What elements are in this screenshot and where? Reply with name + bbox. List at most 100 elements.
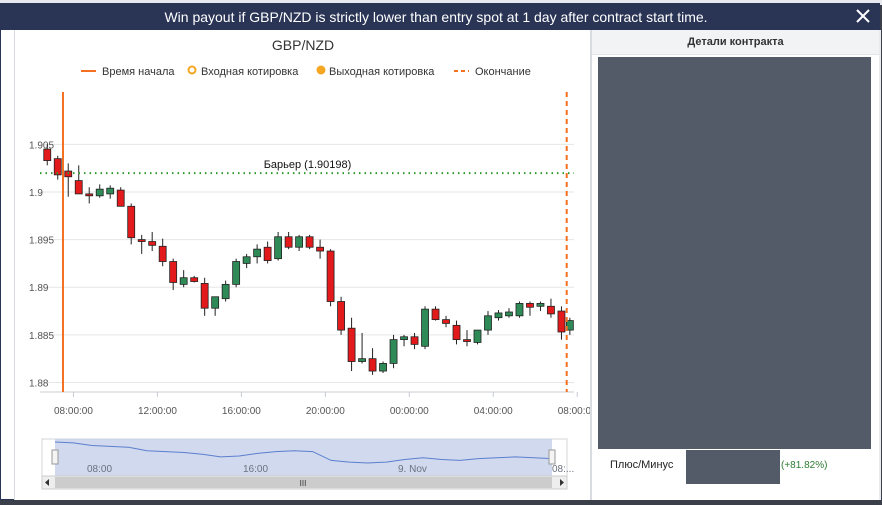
candle	[337, 301, 345, 331]
y-tick-label: 1.885	[29, 331, 54, 342]
legend-item-start-time[interactable]: Время начала	[81, 66, 175, 78]
candle	[85, 193, 94, 197]
candle	[137, 239, 146, 242]
candle	[410, 336, 419, 345]
candle	[179, 277, 188, 285]
candle	[421, 308, 429, 347]
dialog-titlebar: Win payout if GBP/NZD is strictly lower …	[1, 4, 879, 30]
x-tick-label: 16:00:00	[222, 406, 261, 417]
navigator-right-handle[interactable]	[548, 449, 556, 465]
candlestick-chart: GBP/NZD Время начала Входная котировка В…	[29, 37, 597, 490]
candle	[305, 236, 314, 248]
candle	[127, 205, 136, 239]
y-tick-label: 1.9	[29, 188, 43, 199]
y-tick-label: 1.88	[29, 378, 49, 389]
chart-panel: GBP/NZD Время начала Входная котировка В…	[14, 30, 597, 500]
candle	[253, 248, 262, 258]
candle	[452, 324, 461, 341]
legend-entry-label: Входная котировка	[201, 66, 299, 78]
candle	[484, 315, 492, 331]
contract-dialog: Win payout if GBP/NZD is strictly lower …	[0, 3, 881, 500]
y-axis: 1.881.8851.891.8951.91.905	[29, 140, 54, 389]
candle	[347, 327, 356, 362]
profit-loss-label: Плюс/Минус	[610, 459, 674, 471]
candle	[547, 305, 555, 315]
candle	[116, 189, 125, 207]
scrollbar[interactable]: III	[41, 475, 568, 490]
y-tick-label: 1.895	[29, 236, 54, 247]
candle	[463, 339, 471, 342]
legend-item-exit-spot[interactable]: Выходная котировка	[316, 65, 436, 79]
x-tick-label: 00:00:00	[390, 406, 429, 417]
candle	[211, 296, 220, 309]
details-header: Детали контракта	[592, 30, 879, 55]
candle	[190, 277, 199, 282]
profit-loss-value-placeholder	[686, 450, 780, 484]
close-icon	[856, 9, 870, 23]
candle	[74, 180, 83, 195]
x-tick-label: 12:00:00	[138, 406, 177, 417]
candle	[106, 187, 115, 195]
candle	[284, 236, 293, 248]
legend-entry-ring-icon	[187, 65, 197, 75]
candle	[200, 283, 209, 309]
candle	[505, 311, 513, 317]
candle	[43, 148, 52, 161]
grid	[40, 143, 574, 393]
x-axis: 08:00:00 12:00:00 16:00:00 20:00:00 00:00:00…	[54, 392, 597, 417]
candle	[358, 358, 366, 362]
candle	[221, 283, 230, 300]
barrier-label: Барьер (1.90198)	[264, 159, 352, 171]
dialog-title: Win payout if GBP/NZD is strictly lower …	[164, 9, 708, 25]
candle	[473, 329, 482, 343]
navigator-label: 08:...	[552, 464, 574, 475]
candle	[526, 303, 534, 308]
candle	[557, 310, 566, 333]
candle	[442, 319, 450, 324]
candle	[295, 236, 304, 248]
dialog-right-edge	[879, 30, 881, 500]
navigator-selection[interactable]	[55, 439, 552, 480]
legend-exit-label: Выходная котировка	[329, 66, 435, 78]
candle	[536, 303, 545, 307]
navigator[interactable]: 08:00 16:00 9. Nov 08:...	[41, 438, 574, 481]
candle	[515, 303, 524, 317]
scrollbar-grip-icon: III	[300, 479, 307, 488]
navigator-label: 9. Nov	[398, 464, 427, 475]
chart-legend: Время начала Входная котировка Выходная …	[81, 65, 531, 79]
legend-end-label: Окончание	[475, 66, 531, 78]
candle	[169, 261, 178, 283]
y-tick-label: 1.89	[29, 283, 49, 294]
candle	[263, 246, 272, 261]
candle	[400, 336, 408, 341]
x-tick-label: 04:00:00	[474, 406, 513, 417]
candle	[389, 339, 398, 364]
legend-item-end-time[interactable]: Окончание	[454, 66, 531, 78]
candle	[158, 245, 167, 262]
candle	[326, 250, 335, 302]
candle	[95, 188, 104, 197]
x-tick-label: 08:00:00	[558, 406, 590, 417]
candle	[242, 256, 251, 264]
candle	[494, 312, 503, 319]
contract-details-panel: Детали контракта Плюс/Минус (+81.82%)	[590, 30, 881, 500]
profit-loss-row: Плюс/Минус (+81.82%)	[598, 450, 871, 484]
close-button[interactable]	[853, 6, 873, 26]
profit-loss-percent: (+81.82%)	[781, 460, 828, 471]
candle	[431, 308, 440, 321]
legend-item-entry-spot[interactable]: Входная котировка	[187, 65, 300, 78]
candle	[274, 236, 283, 260]
candle	[379, 363, 387, 372]
candle	[316, 246, 324, 252]
navigator-left-handle[interactable]	[51, 449, 59, 465]
x-tick-label: 08:00:00	[54, 406, 93, 417]
chart-title: GBP/NZD	[272, 37, 334, 53]
candle	[368, 358, 377, 372]
legend-start-label: Время начала	[102, 66, 175, 78]
navigator-label: 16:00	[243, 464, 268, 475]
legend-exit-dot-icon	[316, 65, 326, 75]
navigator-label: 08:00	[87, 464, 112, 475]
candle	[148, 241, 157, 246]
candle	[232, 261, 241, 285]
candles	[43, 144, 574, 375]
